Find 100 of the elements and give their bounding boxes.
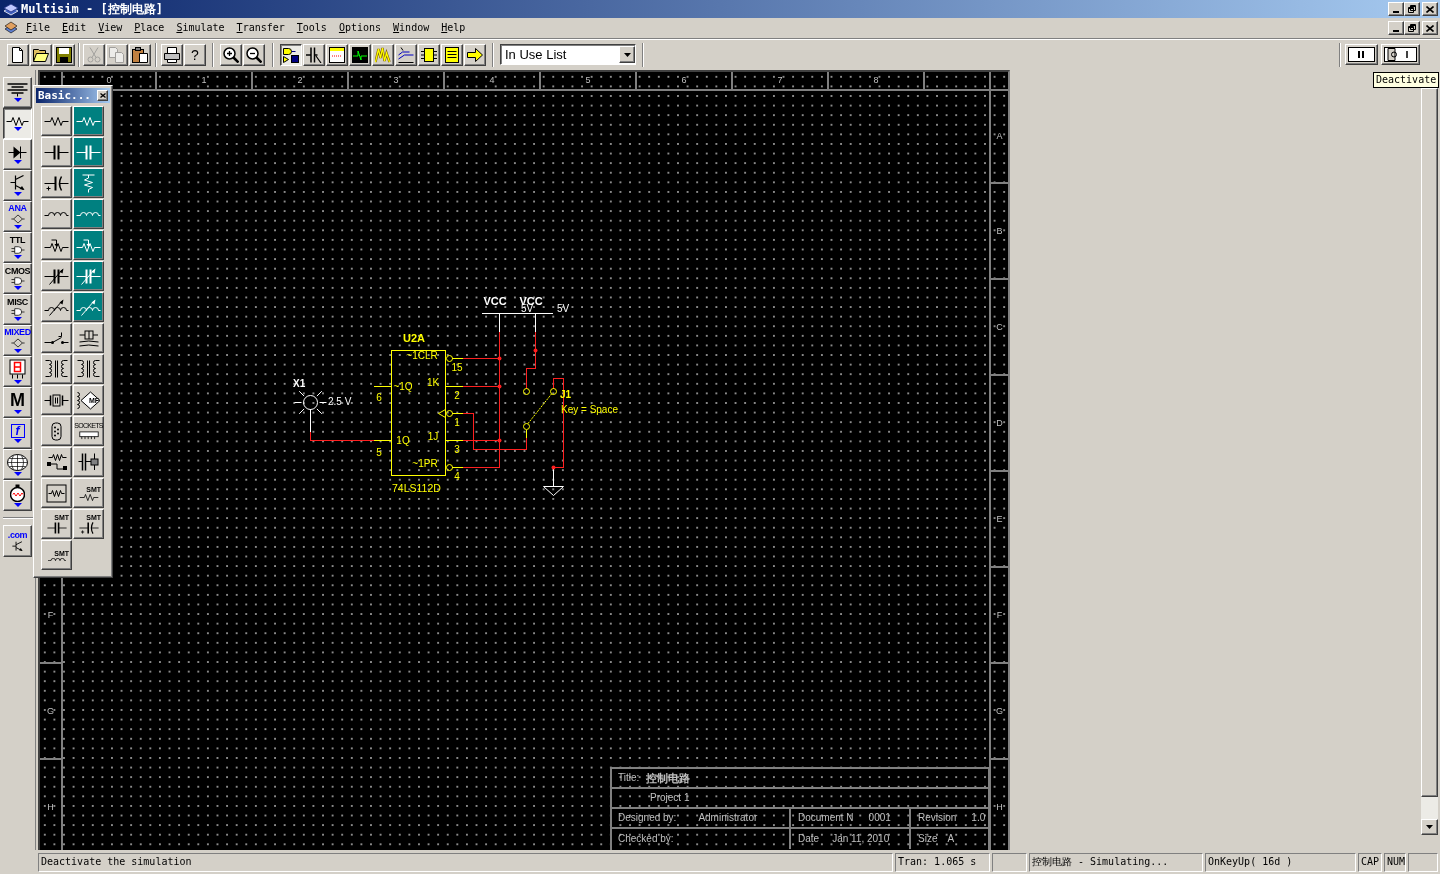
restore-button[interactable] xyxy=(1404,21,1420,35)
menu-item[interactable]: Simulate xyxy=(170,21,231,35)
variable-inductor-button[interactable] xyxy=(73,292,104,322)
simulation-switch[interactable] xyxy=(1381,44,1420,65)
field-value: 1.0 xyxy=(971,813,986,823)
new-button[interactable] xyxy=(7,43,29,66)
variable-capacitor-icon xyxy=(76,267,101,285)
ruler-label: D xyxy=(996,418,1003,428)
transformer-icon xyxy=(77,360,100,378)
capacitor-network-button[interactable] xyxy=(73,447,104,477)
project-value: Project 1 xyxy=(650,793,690,803)
restore-button[interactable] xyxy=(1404,2,1420,16)
potentiometer-icon xyxy=(76,238,101,252)
pin-number: 2 xyxy=(454,389,460,401)
transformer-button[interactable] xyxy=(73,354,104,384)
field-label: Size xyxy=(918,834,938,844)
potentiometer-button[interactable] xyxy=(73,230,104,260)
ruler-label: 1 xyxy=(201,76,207,85)
scroll-thumb[interactable] xyxy=(1421,88,1438,797)
slanted-lines-icon xyxy=(398,46,414,63)
menu-item[interactable]: Options xyxy=(332,21,388,35)
variable-capacitor-button[interactable] xyxy=(73,261,104,291)
status-text: 控制电路 - Simulating... xyxy=(1032,857,1169,867)
zoom-out-button[interactable] xyxy=(243,43,265,66)
component-bin-button[interactable]: .com xyxy=(3,525,32,557)
field-label: Designed by: xyxy=(618,813,677,823)
variable-inductor-icon xyxy=(44,298,69,316)
close-button[interactable] xyxy=(1422,2,1438,16)
menu-item[interactable]: Tools xyxy=(290,21,333,35)
lamp-rating: 2.5 V xyxy=(328,396,352,407)
pull-up-resistor-button[interactable] xyxy=(73,168,104,198)
component-bin-button[interactable]: f xyxy=(3,418,32,449)
pin-name: ~1CLR xyxy=(406,349,438,361)
resistor-button[interactable] xyxy=(73,106,104,136)
dropdown-button[interactable] xyxy=(619,46,635,63)
menu-item[interactable]: View xyxy=(92,21,129,35)
component-bin-button[interactable]: CMOS xyxy=(3,263,32,294)
down-arrow-icon xyxy=(1426,825,1433,829)
inductor-button[interactable] xyxy=(73,199,104,229)
resistor-icon xyxy=(6,116,29,126)
menu-item[interactable]: Edit xyxy=(56,21,93,35)
electrolytic-capacitor-button[interactable] xyxy=(41,168,72,198)
status-text: CAP xyxy=(1361,857,1380,867)
connector-button[interactable] xyxy=(41,416,72,446)
capacitor-button[interactable] xyxy=(41,137,72,167)
menu-item[interactable]: Transfer xyxy=(230,21,291,35)
resistor-pack-button[interactable] xyxy=(41,447,72,477)
menu-item[interactable]: File xyxy=(20,21,57,35)
component-bin-button[interactable] xyxy=(3,108,32,139)
variable-capacitor-button[interactable] xyxy=(41,261,72,291)
component-list-dropdown[interactable]: In Use List xyxy=(500,44,636,65)
relay-button[interactable] xyxy=(73,323,104,353)
menu-item[interactable]: Window xyxy=(387,21,436,35)
component-bin-button[interactable]: ANA xyxy=(3,201,32,232)
capacitor-icon xyxy=(76,144,101,160)
close-button[interactable] xyxy=(97,90,108,101)
junction-dot xyxy=(551,465,556,470)
help-button[interactable]: ? xyxy=(184,43,206,66)
transformer-button[interactable] xyxy=(41,354,72,384)
flyout-arrow-icon xyxy=(13,286,22,290)
switch-button[interactable] xyxy=(41,323,72,353)
crystal-button[interactable] xyxy=(41,385,72,415)
electrolytic-capacitor-icon xyxy=(78,522,99,534)
paste-button[interactable] xyxy=(129,43,151,66)
zoom-in-button[interactable] xyxy=(220,43,242,66)
arrow-icon xyxy=(467,46,483,63)
menu-item[interactable]: Place xyxy=(128,21,171,35)
component-bin-button[interactable]: MIXED xyxy=(3,325,32,356)
resistor-button[interactable] xyxy=(41,106,72,136)
minimize-button[interactable] xyxy=(1388,2,1404,16)
print-button[interactable] xyxy=(161,43,183,66)
flyout-arrow-icon xyxy=(13,126,22,131)
open-button[interactable] xyxy=(30,43,52,66)
restore-icon xyxy=(1408,5,1416,13)
pin-number: 4 xyxy=(454,470,460,482)
switch-terminal xyxy=(523,423,530,430)
minimize-button[interactable] xyxy=(1388,21,1404,35)
potentiometer-button[interactable] xyxy=(41,230,72,260)
variable-inductor-button[interactable] xyxy=(41,292,72,322)
component-bin-button[interactable]: MISC xyxy=(3,294,32,325)
chip-resistor-button[interactable] xyxy=(41,478,72,508)
resistor-icon xyxy=(76,116,101,126)
scroll-down-button[interactable] xyxy=(1421,819,1438,835)
component-bin-button[interactable]: M xyxy=(3,387,32,418)
ruler-label: E xyxy=(996,514,1003,524)
resistor-icon xyxy=(78,493,99,501)
field-label: Checked by: xyxy=(618,834,674,844)
close-icon xyxy=(1426,5,1434,13)
close-button[interactable] xyxy=(1422,21,1438,35)
menu-item[interactable]: Help xyxy=(435,21,472,35)
inductor-button[interactable] xyxy=(41,199,72,229)
ruler-label: 7 xyxy=(777,76,783,85)
pause-button[interactable] xyxy=(1345,44,1378,65)
toggle-switch-icon xyxy=(1384,47,1417,62)
capacitor-button[interactable] xyxy=(73,137,104,167)
toolbar-button[interactable] xyxy=(280,43,302,66)
gauge-icon xyxy=(10,484,25,502)
save-button[interactable] xyxy=(53,43,75,66)
window-icon xyxy=(329,46,345,63)
component-bin-button[interactable]: TTL xyxy=(3,232,32,263)
